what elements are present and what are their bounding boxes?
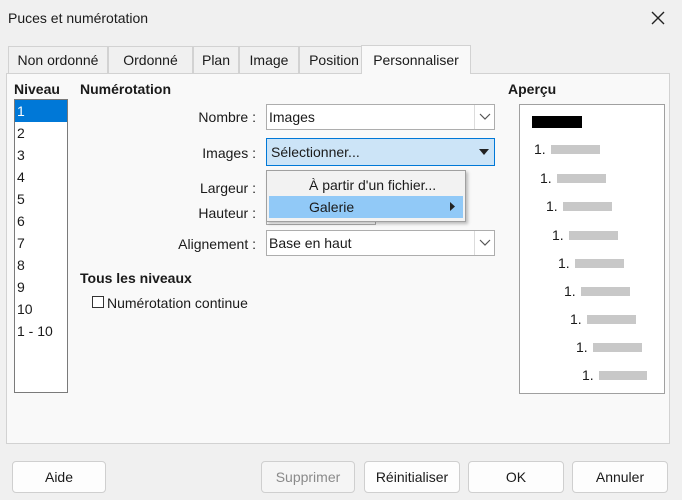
preview-number: 1. — [546, 198, 558, 214]
level-item[interactable]: 9 — [15, 276, 67, 298]
preview-line-bar — [587, 315, 636, 324]
preview-area: 1. 1. 1. 1. 1. 1. 1. 1. 1. — [519, 104, 665, 394]
numbering-heading: Numérotation — [80, 81, 171, 97]
preview-number: 1. — [552, 227, 564, 243]
level-item[interactable]: 1 - 10 — [15, 320, 67, 342]
submenu-arrow-icon — [450, 202, 455, 211]
alignement-select[interactable]: Base en haut — [266, 230, 495, 256]
level-item[interactable]: 4 — [15, 166, 67, 188]
continuous-numbering-label: Numérotation continue — [107, 295, 248, 311]
nombre-label: Nombre : — [198, 109, 256, 125]
preview-line-bar — [557, 174, 606, 183]
tab-plan[interactable]: Plan — [193, 46, 239, 73]
images-label: Images : — [202, 145, 256, 161]
preview-number: 1. — [570, 311, 582, 327]
all-levels-heading: Tous les niveaux — [80, 270, 192, 286]
level-item[interactable]: 7 — [15, 232, 67, 254]
chevron-down-icon[interactable] — [474, 105, 494, 129]
preview-line-bar — [575, 259, 624, 268]
cancel-button[interactable]: Annuler — [572, 461, 668, 493]
chevron-down-icon[interactable] — [474, 231, 494, 255]
alignement-label: Alignement : — [178, 236, 256, 252]
menu-item-from-file[interactable]: À partir d'un fichier... — [269, 174, 463, 196]
tab-ordonne[interactable]: Ordonné — [108, 46, 193, 73]
tab-image[interactable]: Image — [239, 46, 299, 73]
window-title: Puces et numérotation — [8, 10, 149, 26]
preview-number: 1. — [558, 255, 570, 271]
tab-position[interactable]: Position — [299, 46, 369, 73]
level-item[interactable]: 3 — [15, 144, 67, 166]
preview-line-bar — [599, 371, 647, 380]
nombre-select[interactable]: Images — [266, 104, 495, 130]
images-popup-menu: À partir d'un fichier... Galerie — [266, 170, 466, 222]
preview-number: 1. — [576, 339, 588, 355]
help-button[interactable]: Aide — [12, 461, 106, 493]
alignement-value: Base en haut — [269, 235, 352, 251]
nombre-value: Images — [269, 109, 315, 125]
preview-line-bar — [593, 343, 642, 352]
level-item[interactable]: 8 — [15, 254, 67, 276]
level-list[interactable]: 1 2 3 4 5 6 7 8 9 10 1 - 10 — [14, 99, 68, 393]
ok-button[interactable]: OK — [468, 461, 564, 493]
level-item[interactable]: 1 — [15, 100, 67, 122]
preview-number: 1. — [540, 170, 552, 186]
title-bar: Puces et numérotation — [0, 0, 682, 38]
preview-number: 1. — [582, 367, 594, 383]
preview-line-bar — [581, 287, 630, 296]
preview-header-bar — [532, 116, 582, 128]
largeur-label: Largeur : — [199, 180, 256, 196]
preview-heading: Aperçu — [508, 81, 557, 97]
close-icon[interactable] — [648, 8, 668, 28]
menu-item-gallery[interactable]: Galerie — [269, 196, 463, 218]
preview-number: 1. — [564, 283, 576, 299]
level-item[interactable]: 10 — [15, 298, 67, 320]
level-item[interactable]: 6 — [15, 210, 67, 232]
level-heading: Niveau — [14, 81, 60, 97]
caret-down-icon[interactable] — [474, 139, 494, 165]
delete-button[interactable]: Supprimer — [261, 461, 355, 493]
images-value: Sélectionner... — [271, 144, 360, 160]
hauteur-label: Hauteur : — [198, 205, 256, 221]
level-item[interactable]: 2 — [15, 122, 67, 144]
level-item[interactable]: 5 — [15, 188, 67, 210]
preview-line-bar — [569, 231, 618, 240]
images-select[interactable]: Sélectionner... — [266, 138, 495, 166]
tab-personnaliser[interactable]: Personnaliser — [361, 45, 471, 74]
reset-button[interactable]: Réinitialiser — [364, 461, 460, 493]
tab-non-ordonne[interactable]: Non ordonné — [8, 46, 108, 73]
preview-number: 1. — [534, 141, 546, 157]
preview-line-bar — [551, 145, 600, 154]
preview-line-bar — [563, 202, 612, 211]
menu-item-from-file-label: À partir d'un fichier... — [309, 177, 437, 193]
continuous-numbering-checkbox[interactable] — [92, 296, 104, 308]
menu-item-gallery-label: Galerie — [309, 199, 355, 215]
